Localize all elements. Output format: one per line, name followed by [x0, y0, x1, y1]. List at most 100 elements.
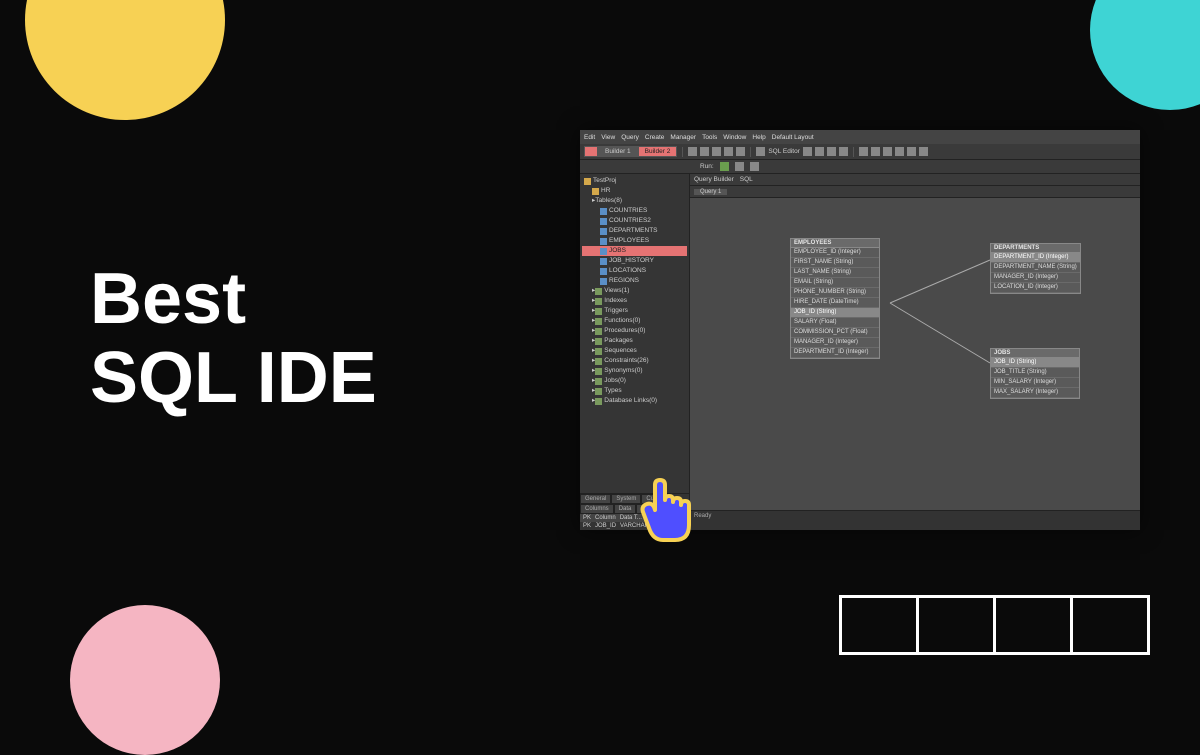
run-label: Run:: [700, 163, 714, 170]
menu-item-edit[interactable]: Edit: [584, 134, 595, 141]
toolbar-icon[interactable]: [839, 147, 848, 156]
entity-column[interactable]: JOB_TITLE (String): [991, 368, 1079, 378]
menu-item-create[interactable]: Create: [645, 134, 665, 141]
details-tab-columns[interactable]: Columns: [580, 504, 614, 514]
status-bar: Ready: [690, 510, 1140, 530]
toolbar-icon[interactable]: [803, 147, 812, 156]
entity-column[interactable]: EMPLOYEE_ID (Integer): [791, 248, 879, 258]
tree-table[interactable]: REGIONS: [582, 276, 687, 286]
stop-icon[interactable]: [735, 162, 744, 171]
entity-column[interactable]: MANAGER_ID (Integer): [791, 338, 879, 348]
toolbar-icon[interactable]: [815, 147, 824, 156]
toolbar-icon[interactable]: [700, 147, 709, 156]
tree-schema[interactable]: HR: [582, 186, 687, 196]
entity-column[interactable]: DEPARTMENT_NAME (String): [991, 263, 1080, 273]
menu-item-query[interactable]: Query: [621, 134, 639, 141]
entity-departments[interactable]: DEPARTMENTS DEPARTMENT_ID (Integer) DEPA…: [990, 243, 1081, 294]
details-tab-data[interactable]: Data: [614, 504, 637, 514]
decorative-circle-yellow: [25, 0, 225, 120]
query-builder-canvas: Query Builder SQL Query 1 EMPLOYEES EMPL…: [690, 174, 1140, 530]
run-icon[interactable]: [720, 162, 729, 171]
tree-group-procedures[interactable]: ▸ Procedures(0): [582, 326, 687, 336]
tree-root[interactable]: TestProj: [582, 176, 687, 186]
tab-builder-2[interactable]: Builder 2: [638, 146, 678, 157]
menu-item-layout[interactable]: Default Layout: [772, 134, 814, 141]
entity-column-selected[interactable]: JOB_ID (String): [791, 308, 879, 318]
entity-column[interactable]: MIN_SALARY (Integer): [991, 378, 1079, 388]
entity-column[interactable]: SALARY (Float): [791, 318, 879, 328]
tree-group-packages[interactable]: ▸ Packages: [582, 336, 687, 346]
headline-line-2: SQL IDE: [90, 339, 377, 418]
tree-group-synonyms[interactable]: ▸ Synonyms(0): [582, 366, 687, 376]
col-row-name: JOB_ID: [595, 523, 616, 529]
tree-group-indexes[interactable]: ▸ Indexes: [582, 296, 687, 306]
tree-table-selected[interactable]: JOBS: [582, 246, 687, 256]
schema-tree[interactable]: TestProj HR ▸ Tables(8) COUNTRIES COUNTR…: [580, 174, 689, 493]
entity-title: DEPARTMENTS: [991, 244, 1080, 253]
sub-toolbar: Run:: [580, 160, 1140, 174]
tree-table[interactable]: DEPARTMENTS: [582, 226, 687, 236]
tree-group-dblinks[interactable]: ▸ Database Links(0): [582, 396, 687, 406]
tab-connection[interactable]: [584, 146, 598, 157]
tree-table[interactable]: COUNTRIES: [582, 206, 687, 216]
col-header-column: Column: [595, 515, 616, 521]
entity-column-selected[interactable]: DEPARTMENT_ID (Integer): [991, 253, 1080, 263]
tree-group-triggers[interactable]: ▸ Triggers: [582, 306, 687, 316]
toolbar-icon[interactable]: [907, 147, 916, 156]
entity-column[interactable]: PHONE_NUMBER (String): [791, 288, 879, 298]
menu-item-manager[interactable]: Manager: [670, 134, 696, 141]
entity-column[interactable]: HIRE_DATE (DateTime): [791, 298, 879, 308]
page-title: Best SQL IDE: [90, 260, 377, 418]
entity-column[interactable]: DEPARTMENT_ID (Integer): [791, 348, 879, 358]
decorative-grid: [842, 595, 1150, 655]
toolbar-icon[interactable]: [750, 162, 759, 171]
sql-editor-icon[interactable]: [756, 147, 765, 156]
tab-builder-1[interactable]: Builder 1: [598, 146, 638, 157]
tree-tables-group[interactable]: ▸ Tables(8): [582, 196, 687, 206]
tree-table[interactable]: EMPLOYEES: [582, 236, 687, 246]
toolbar-icon[interactable]: [827, 147, 836, 156]
tree-table[interactable]: LOCATIONS: [582, 266, 687, 276]
tree-group-functions[interactable]: ▸ Functions(0): [582, 316, 687, 326]
toolbar-icon[interactable]: [712, 147, 721, 156]
col-row-pk: PK: [583, 523, 591, 529]
entity-column[interactable]: EMAIL (String): [791, 278, 879, 288]
entity-column[interactable]: MAX_SALARY (Integer): [991, 388, 1079, 398]
sql-editor-label: SQL Editor: [768, 148, 800, 155]
menu-item-window[interactable]: Window: [723, 134, 746, 141]
toolbar-icon[interactable]: [736, 147, 745, 156]
toolbar-icon[interactable]: [724, 147, 733, 156]
toolbar-icon[interactable]: [688, 147, 697, 156]
tree-table[interactable]: COUNTRIES2: [582, 216, 687, 226]
querybuilder-label[interactable]: Query Builder: [694, 176, 734, 183]
toolbar-icon[interactable]: [871, 147, 880, 156]
toolbar-icon[interactable]: [919, 147, 928, 156]
tree-group-constraints[interactable]: ▸ Constraints(26): [582, 356, 687, 366]
entity-column[interactable]: LAST_NAME (String): [791, 268, 879, 278]
entity-column[interactable]: LOCATION_ID (Integer): [991, 283, 1080, 293]
menu-item-view[interactable]: View: [601, 134, 615, 141]
menu-item-help[interactable]: Help: [752, 134, 765, 141]
query-tab-1[interactable]: Query 1: [694, 189, 727, 195]
entity-column[interactable]: MANAGER_ID (Integer): [991, 273, 1080, 283]
entity-employees[interactable]: EMPLOYEES EMPLOYEE_ID (Integer) FIRST_NA…: [790, 238, 880, 359]
tree-group-jobs[interactable]: ▸ Jobs(0): [582, 376, 687, 386]
menu-item-tools[interactable]: Tools: [702, 134, 717, 141]
er-diagram[interactable]: EMPLOYEES EMPLOYEE_ID (Integer) FIRST_NA…: [690, 198, 1140, 510]
decorative-circle-pink: [70, 605, 220, 755]
menubar: Edit View Query Create Manager Tools Win…: [580, 130, 1140, 144]
entity-column[interactable]: FIRST_NAME (String): [791, 258, 879, 268]
entity-column-selected[interactable]: JOB_ID (String): [991, 358, 1079, 368]
details-tab-general[interactable]: General: [580, 494, 611, 504]
sql-label[interactable]: SQL: [740, 176, 753, 183]
tree-group-types[interactable]: ▸ Types: [582, 386, 687, 396]
toolbar-icon[interactable]: [883, 147, 892, 156]
tree-table[interactable]: JOB_HISTORY: [582, 256, 687, 266]
tree-group-views[interactable]: ▸ Views(1): [582, 286, 687, 296]
entity-column[interactable]: COMMISSION_PCT (Float): [791, 328, 879, 338]
toolbar-icon[interactable]: [859, 147, 868, 156]
pointer-hand-icon: [635, 470, 705, 555]
toolbar-icon[interactable]: [895, 147, 904, 156]
entity-jobs[interactable]: JOBS JOB_ID (String) JOB_TITLE (String) …: [990, 348, 1080, 399]
tree-group-sequences[interactable]: ▸ Sequences: [582, 346, 687, 356]
